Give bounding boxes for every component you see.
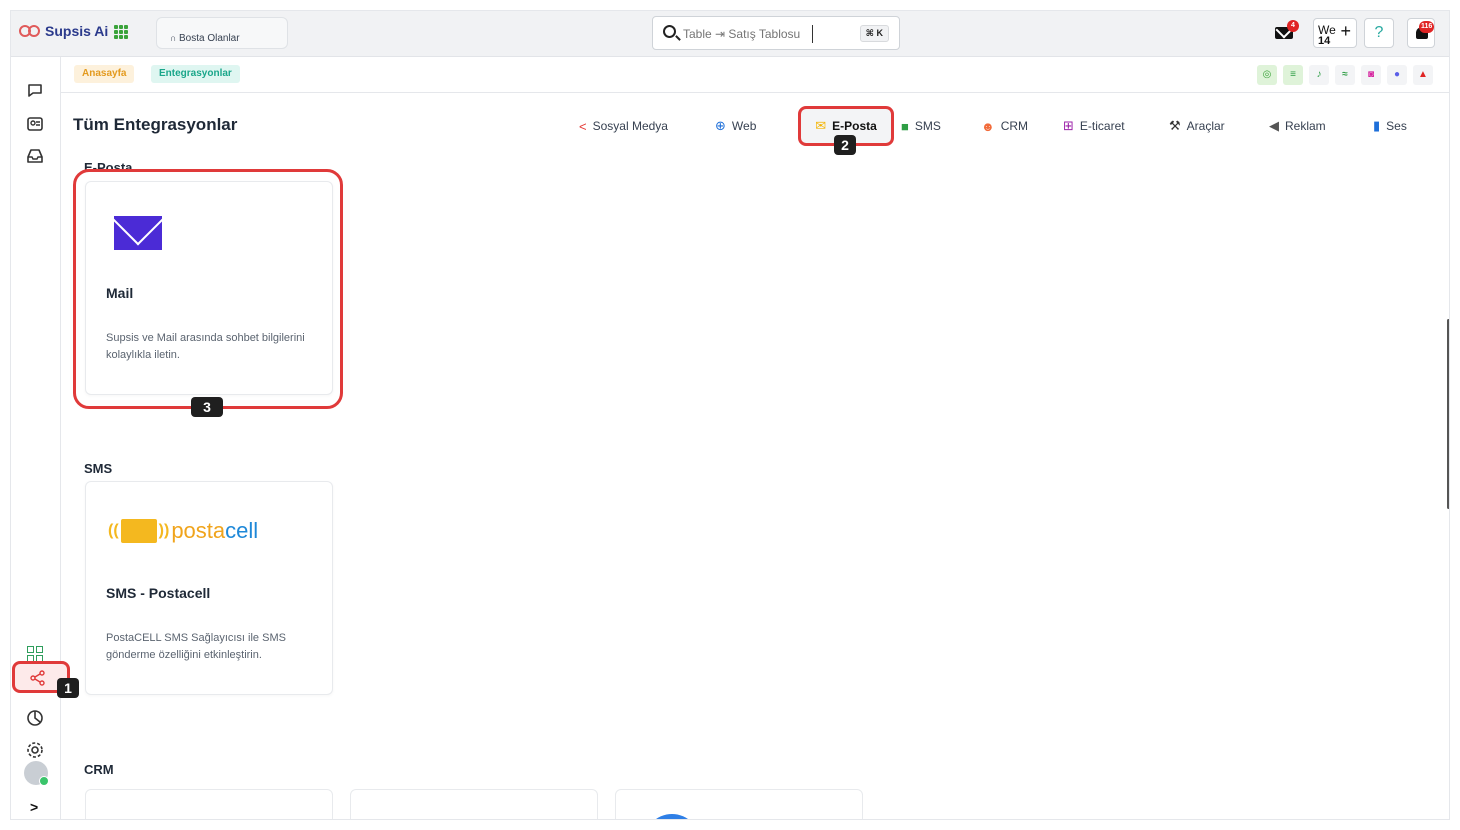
contacts-icon[interactable] <box>26 115 44 133</box>
integration-card-postacell[interactable]: (( )) postacell SMS - Postacell PostaCEL… <box>85 481 333 695</box>
email-icon: ✉ <box>815 118 827 133</box>
category-crm[interactable]: ☻ CRM <box>981 115 1028 137</box>
expand-sidebar-icon[interactable]: > <box>30 799 38 815</box>
share-icon <box>30 670 45 686</box>
user-avatar[interactable] <box>24 761 49 786</box>
breadcrumb-home[interactable]: Anasayfa <box>74 65 135 83</box>
card-description: PostaCELL SMS Sağlayıcısı ile SMS gönder… <box>106 632 286 661</box>
messenger-icon[interactable]: ● <box>1387 65 1407 85</box>
section-title-sms: SMS <box>84 461 113 476</box>
category-sosyal-medya[interactable]: < Sosyal Medya <box>579 115 668 137</box>
instagram-icon[interactable]: ◙ <box>1361 65 1381 85</box>
envelope-icon <box>120 519 157 543</box>
integration-card-crm-2[interactable] <box>350 789 598 819</box>
crm-logo-icon <box>644 814 700 819</box>
highlight-ring <box>73 169 343 409</box>
step-marker-3: 3 <box>191 397 223 417</box>
globe-icon: ⊕ <box>715 118 726 133</box>
channel-shortcuts: ◎ ≡ ♪ ≈ ◙ ● ▲ <box>1257 65 1433 85</box>
sms-icon: ■ <box>901 118 909 134</box>
add-icon: + <box>1340 21 1351 41</box>
help-button[interactable]: ? <box>1364 18 1394 48</box>
logo-icon <box>19 23 41 39</box>
category-label: Web <box>731 119 757 133</box>
category-label: Araçlar <box>1186 119 1225 133</box>
share-icon: < <box>579 118 587 134</box>
section-title-crm: CRM <box>84 762 114 777</box>
category-sms[interactable]: ■ SMS <box>901 115 941 137</box>
alert-icon[interactable]: ▲ <box>1413 65 1433 85</box>
open-tab[interactable]: Bosta Olanlar <box>156 17 288 49</box>
step-marker-2: 2 <box>834 135 856 155</box>
category-araclar[interactable]: ⚒ Araçlar <box>1169 115 1225 137</box>
scrollbar[interactable] <box>1447 319 1449 509</box>
postacell-logo: (( )) postacell <box>108 518 259 543</box>
category-label: Reklam <box>1285 119 1326 133</box>
search-box[interactable]: ⌘ K <box>652 16 900 50</box>
sidebar: 1 > <box>11 57 79 819</box>
messages-badge: 4 <box>1287 20 1299 32</box>
app-name: Supsis Ai <box>45 23 109 39</box>
search-shortcut: ⌘ K <box>859 25 889 42</box>
breadcrumb: Anasayfa Entegrasyonlar ◎ ≡ ♪ ≈ ◙ ● ▲ <box>61 57 1449 93</box>
card-title: SMS - Postacell <box>106 585 211 601</box>
page-title: Tüm Entegrasyonlar <box>73 115 238 134</box>
integration-card-crm-3[interactable] <box>615 789 863 819</box>
workspace-number: 14 <box>1318 35 1331 47</box>
search-icon <box>663 25 676 38</box>
category-e-ticaret[interactable]: ⊞ E-ticaret <box>1063 115 1125 137</box>
inbox-icon[interactable] <box>26 147 44 165</box>
category-label: E-ticaret <box>1079 119 1125 133</box>
category-ses[interactable]: ▮ Ses <box>1373 115 1407 137</box>
main-content: Anasayfa Entegrasyonlar ◎ ≡ ♪ ≈ ◙ ● ▲ Tü… <box>61 57 1449 819</box>
search-input[interactable] <box>683 25 813 43</box>
category-label: CRM <box>1000 119 1029 133</box>
wrench-icon: ⚒ <box>1169 118 1181 133</box>
apps-grid-icon[interactable] <box>114 25 128 39</box>
help-icon: ? <box>1374 24 1384 41</box>
notifications-badge: 116 <box>1419 21 1435 33</box>
list-icon[interactable]: ≡ <box>1283 65 1303 85</box>
open-tab-label: Bosta Olanlar <box>170 33 240 44</box>
app-logo[interactable]: Supsis Ai <box>19 23 108 39</box>
people-icon: ☻ <box>981 118 995 134</box>
settings-icon[interactable] <box>26 741 44 759</box>
voice-icon[interactable]: ♪ <box>1309 65 1329 85</box>
app-window: Supsis Ai Bosta Olanlar ⌘ K 4 We 14 + ? … <box>10 10 1450 820</box>
integration-card-crm-1[interactable] <box>85 789 333 819</box>
category-reklam[interactable]: ◀ Reklam <box>1269 115 1326 137</box>
category-label: E-Posta <box>832 119 877 133</box>
bot-icon[interactable]: ◎ <box>1257 65 1277 85</box>
wifi-icon[interactable]: ≈ <box>1335 65 1355 85</box>
breadcrumb-current: Entegrasyonlar <box>151 65 240 83</box>
workspace-button[interactable]: We 14 + <box>1313 18 1357 48</box>
megaphone-icon: ◀ <box>1269 118 1279 133</box>
mic-icon: ▮ <box>1373 118 1381 133</box>
top-bar: Supsis Ai Bosta Olanlar ⌘ K 4 We 14 + ? … <box>11 11 1449 57</box>
category-web[interactable]: ⊕ Web <box>715 115 756 137</box>
cart-icon: ⊞ <box>1063 118 1074 133</box>
category-label: Ses <box>1386 119 1407 133</box>
category-label: SMS <box>914 119 941 133</box>
chat-icon[interactable] <box>26 81 44 99</box>
category-label: Sosyal Medya <box>592 119 668 133</box>
reports-icon[interactable] <box>26 709 44 727</box>
